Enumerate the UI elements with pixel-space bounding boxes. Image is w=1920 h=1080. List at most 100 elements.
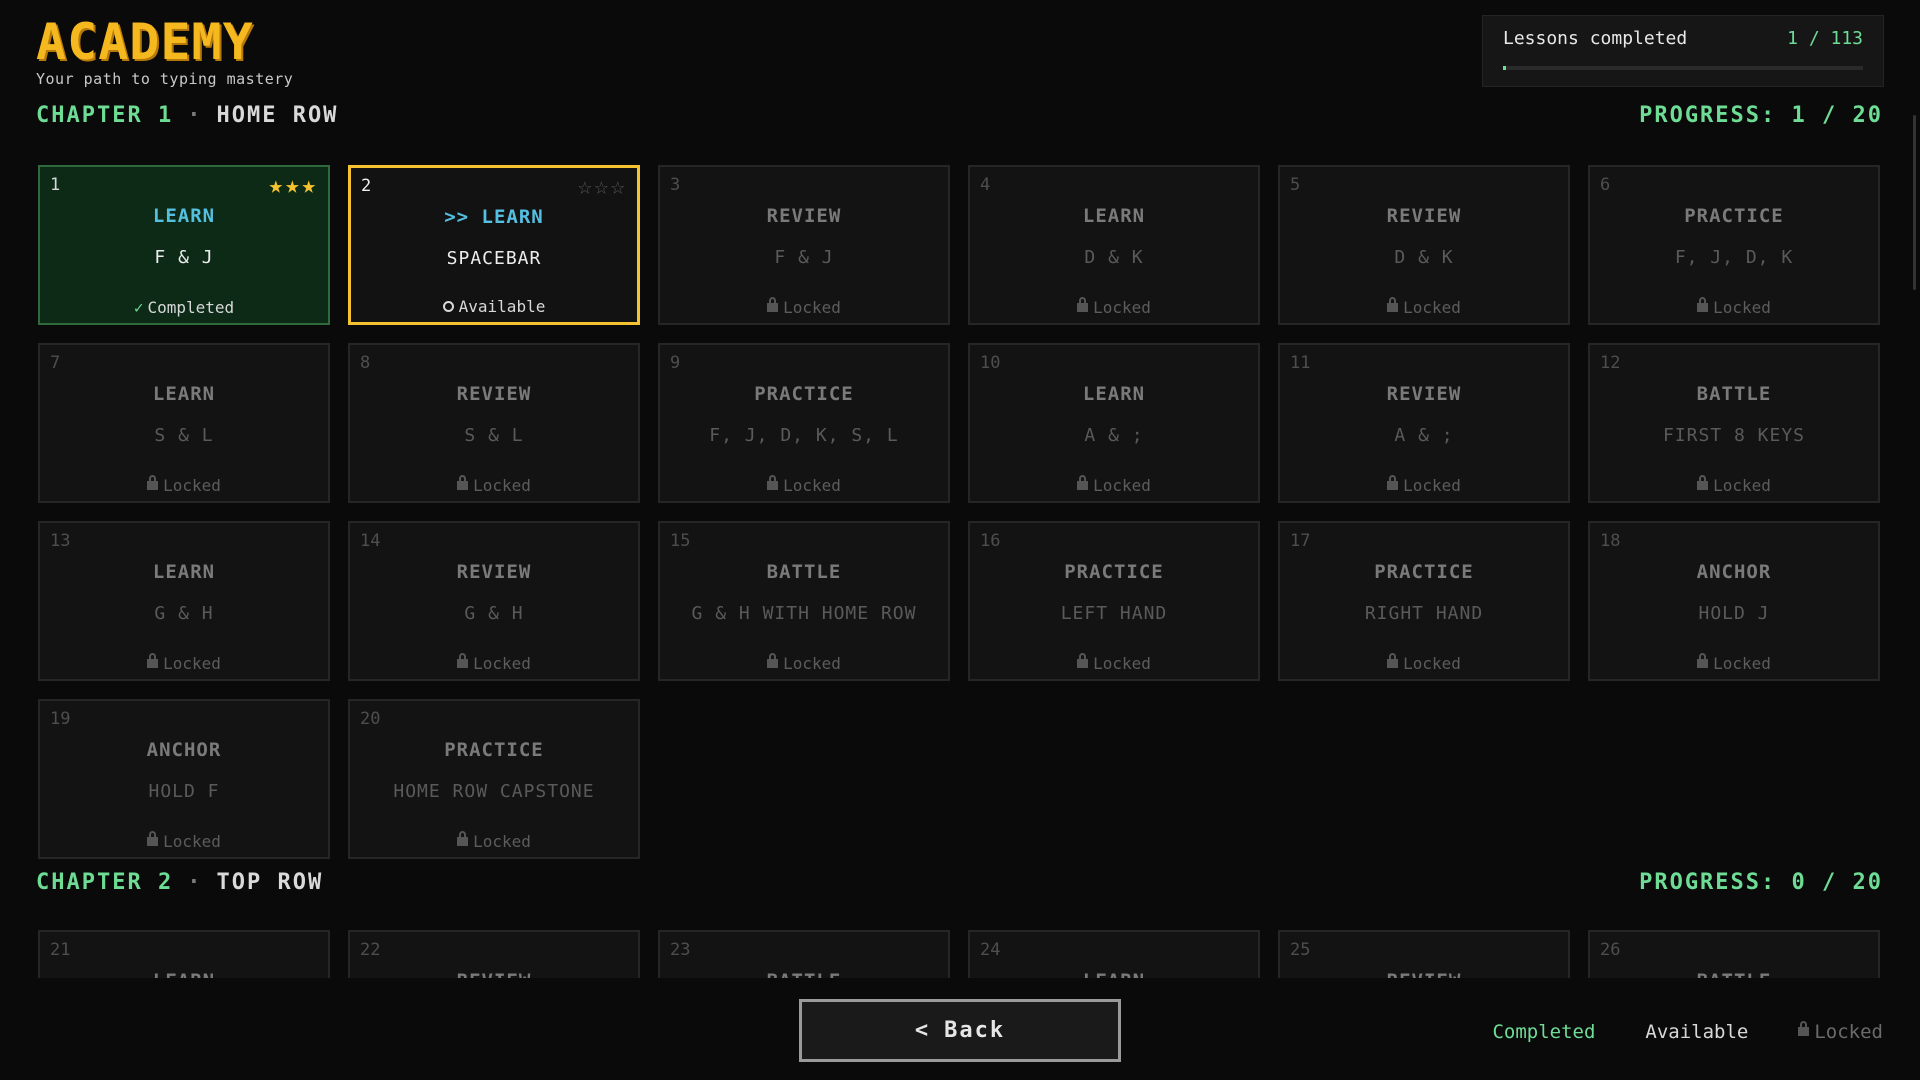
lesson-card[interactable]: 3 REVIEW F & J Locked [658,165,950,325]
lesson-type: BATTLE [660,970,948,978]
chapter-2-progress: PROGRESS: 0 / 20 [1639,870,1883,895]
lesson-card[interactable]: 7 LEARN S & L Locked [38,343,330,503]
lock-icon [1077,475,1089,490]
lesson-card[interactable]: 1 ★★★ LEARN F & J ✓ Completed [38,165,330,325]
lesson-card[interactable]: 4 LEARN D & K Locked [968,165,1260,325]
lesson-card[interactable]: 14 REVIEW G & H Locked [348,521,640,681]
lesson-type: PRACTICE [754,383,854,405]
lesson-status: ✓ Completed [40,298,328,317]
lesson-number: 11 [1290,353,1311,373]
lesson-card[interactable]: 21LEARNLocked [38,930,330,978]
lesson-status-label: Locked [163,476,221,495]
lesson-status-label: Completed [147,298,235,317]
chapters-scroll-area[interactable]: CHAPTER 1 · HOME ROW PROGRESS: 1 / 20 1 ★★★… [0,100,1920,978]
lesson-keys: LEFT HAND [1060,603,1168,624]
lesson-status: Locked [660,475,948,495]
lesson-status: Locked [970,653,1258,673]
lesson-type: REVIEW [456,383,532,405]
lesson-keys: G & H WITH HOME ROW [691,603,917,624]
lesson-card[interactable]: 22REVIEWLocked [348,930,640,978]
lesson-status: Locked [350,475,638,495]
lesson-number: 10 [980,353,1001,373]
lesson-status-label: Locked [783,476,841,495]
scrollbar-thumb[interactable] [1913,115,1916,290]
lesson-status: Locked [660,297,948,317]
lesson-card[interactable]: 17 PRACTICE RIGHT HAND Locked [1278,521,1570,681]
lesson-card[interactable]: 6 PRACTICE F, J, D, K Locked [1588,165,1880,325]
footer-bar: < Back Completed Available Locked [0,978,1920,1080]
overall-progress-fill [1503,66,1507,70]
lesson-keys: A & ; [1394,425,1454,446]
lesson-number: 17 [1290,531,1311,551]
lesson-number: 19 [50,709,71,729]
chapter-2-title: CHAPTER 2 · TOP ROW [36,870,323,895]
lesson-status-label: Available [458,297,546,316]
lesson-card[interactable]: 9 PRACTICE F, J, D, K, S, L Locked [658,343,950,503]
lesson-status-label: Locked [163,654,221,673]
lock-icon [767,297,779,312]
lesson-card[interactable]: 13 LEARN G & H Locked [38,521,330,681]
lesson-card[interactable]: 23BATTLELocked [658,930,950,978]
app-tagline: Your path to typing mastery [36,70,294,88]
lesson-type: PRACTICE [444,739,544,761]
star-rating-icon: ★★★ [268,171,318,199]
lesson-card[interactable]: 18 ANCHOR HOLD J Locked [1588,521,1880,681]
legend-locked-label: Locked [1814,1021,1883,1043]
back-button-label: Back [944,1018,1006,1043]
lesson-type: PRACTICE [1684,205,1784,227]
lesson-card[interactable]: 25REVIEWLocked [1278,930,1570,978]
lesson-card[interactable]: 26BATTLELocked [1588,930,1880,978]
lesson-status-label: Locked [1713,476,1771,495]
lesson-card[interactable]: 12 BATTLE FIRST 8 KEYS Locked [1588,343,1880,503]
lesson-card[interactable]: 5 REVIEW D & K Locked [1278,165,1570,325]
legend-available: Available [1645,1021,1749,1043]
star-rating-icon: ☆☆☆ [577,172,627,200]
lesson-number: 4 [980,175,991,195]
lesson-type: LEARN [1082,383,1146,405]
lesson-card[interactable]: 8 REVIEW S & L Locked [348,343,640,503]
lesson-keys: D & K [1394,247,1454,268]
lock-icon [1387,297,1399,312]
lesson-keys: S & L [154,425,214,446]
lesson-status: Locked [1280,653,1568,673]
lesson-card[interactable]: 2 ☆☆☆ >> LEARN SPACEBAR Available [348,165,640,325]
lesson-status-label: Locked [163,832,221,851]
lesson-keys: F, J, D, K [1674,247,1794,268]
legend-completed: Completed [1492,1021,1596,1043]
lock-icon [1387,653,1399,668]
lesson-type: ANCHOR [146,739,222,761]
back-button[interactable]: < Back [799,999,1121,1062]
lesson-card[interactable]: 20 PRACTICE HOME ROW CAPSTONE Locked [348,699,640,859]
lesson-number: 5 [1290,175,1301,195]
lesson-type: BATTLE [1696,383,1772,405]
lesson-keys: SPACEBAR [446,248,542,269]
lesson-status: Locked [350,653,638,673]
lesson-keys: HOLD J [1698,603,1770,624]
lock-icon [767,475,779,490]
lesson-status-label: Locked [473,654,531,673]
chapter-name: HOME ROW [216,103,339,128]
lesson-card[interactable]: 24LEARNLocked [968,930,1260,978]
lesson-card[interactable]: 16 PRACTICE LEFT HAND Locked [968,521,1260,681]
lesson-card[interactable]: 15 BATTLE G & H WITH HOME ROW Locked [658,521,950,681]
lock-icon [767,653,779,668]
lock-icon [147,475,159,490]
chapter-name: TOP ROW [216,870,324,895]
lesson-status-label: Locked [1093,476,1151,495]
lesson-number: 25 [1290,940,1311,960]
lesson-number: 23 [670,940,691,960]
lesson-number: 7 [50,353,61,373]
lesson-keys: G & H [464,603,524,624]
lesson-card[interactable]: 11 REVIEW A & ; Locked [1278,343,1570,503]
lesson-card[interactable]: 10 LEARN A & ; Locked [968,343,1260,503]
lesson-type: >> LEARN [444,206,544,228]
lesson-card[interactable]: 19 ANCHOR HOLD F Locked [38,699,330,859]
app-header: ACADEMY Your path to typing mastery [36,17,294,88]
lesson-number: 15 [670,531,691,551]
lesson-number: 14 [360,531,381,551]
lesson-keys: F & J [774,247,834,268]
lock-icon [1387,475,1399,490]
overall-progress-count: 1 / 113 [1787,28,1863,49]
lesson-type: BATTLE [1590,970,1878,978]
lesson-type: REVIEW [350,970,638,978]
